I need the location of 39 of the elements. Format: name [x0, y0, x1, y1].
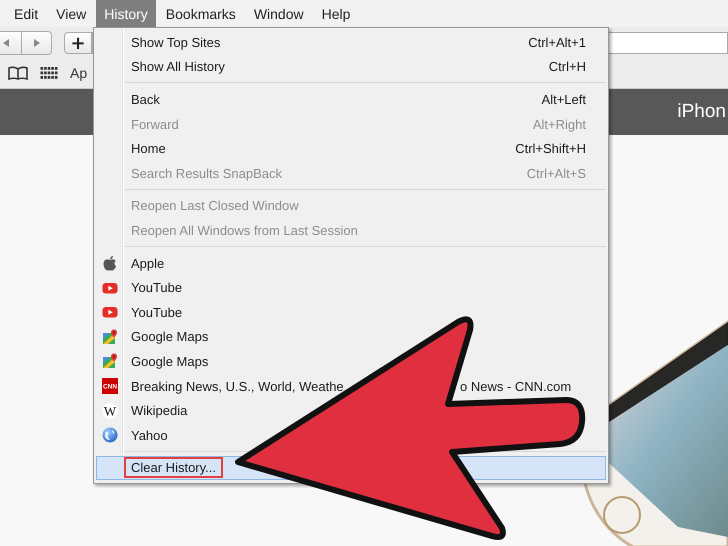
left-triangle-icon	[1, 38, 11, 48]
menu-bar-item[interactable]: Edit	[6, 0, 46, 27]
history-entry-text: o News - CNN.com	[460, 378, 572, 394]
menu-bar-item[interactable]: History	[96, 0, 156, 27]
menu-bar-item[interactable]: Help	[314, 0, 358, 27]
history-entry[interactable]: Apple	[128, 254, 168, 272]
map-pin-icon	[102, 328, 118, 345]
history-entry[interactable]: Breaking News, U.S., World, Weathe	[128, 378, 347, 395]
globe-icon	[102, 427, 118, 444]
history-entry[interactable]: YouTube	[128, 279, 186, 296]
right-triangle-icon	[32, 38, 42, 48]
menu-bar-item[interactable]: Window	[246, 0, 312, 27]
wiki-logo-icon: W	[102, 402, 118, 419]
menu-item[interactable]: Home	[128, 140, 169, 158]
banner-title: iPhon	[677, 101, 726, 123]
shortcut-text: Ctrl+Shift+H	[515, 141, 586, 156]
history-entry[interactable]: Yahoo	[128, 426, 171, 444]
history-entry[interactable]: Wikipedia	[128, 402, 190, 420]
highlight-outline: Clear History...	[124, 457, 223, 478]
grid-icon[interactable]	[40, 66, 58, 80]
menu-item[interactable]: Show All History	[128, 58, 228, 76]
history-entry[interactable]: Google Maps	[128, 352, 212, 370]
shortcut-text: Ctrl+Alt+1	[528, 34, 586, 50]
bookmarks-icon[interactable]	[8, 66, 28, 80]
menu-item[interactable]: Back	[128, 90, 163, 108]
menu-bar-item[interactable]: Bookmarks	[158, 0, 244, 27]
bookmark-link[interactable]: Ap	[70, 65, 88, 81]
shortcut-text: Alt+Right	[532, 116, 586, 132]
menu-item[interactable]: Show Top Sites	[128, 34, 224, 51]
shortcut-text: Alt+Left	[542, 92, 586, 107]
menu-bar-item[interactable]: View	[48, 0, 94, 27]
shortcut-text: Ctrl+Alt+S	[526, 166, 586, 181]
shortcut-text: Ctrl+H	[548, 59, 586, 74]
new-tab-button[interactable]: +	[64, 32, 92, 54]
history-entry[interactable]: YouTube	[128, 304, 186, 321]
video-play-icon	[102, 304, 118, 320]
apple-icon	[102, 255, 118, 272]
history-entry[interactable]: Google Maps	[128, 328, 212, 346]
map-pin-icon	[102, 353, 118, 370]
